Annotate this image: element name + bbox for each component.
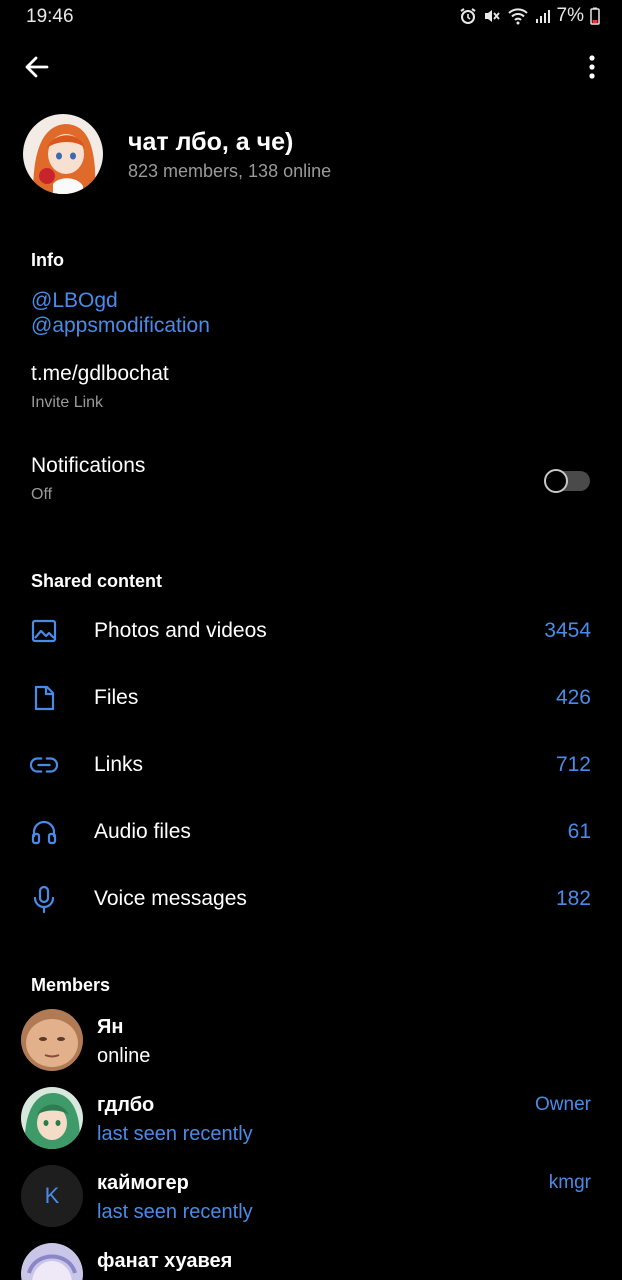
member-row[interactable]: гдлбо last seen recently Owner (0, 1086, 622, 1164)
member-role-badge: Owner (535, 1094, 591, 1115)
member-name: гдлбо (97, 1094, 155, 1116)
member-row[interactable]: фанат хуавея (0, 1242, 622, 1280)
username-link[interactable]: @LBOgd (31, 289, 118, 313)
avatar (21, 1009, 83, 1071)
shared-item-count: 712 (555, 752, 591, 776)
shared-item-label: Photos and videos (94, 618, 267, 642)
member-name: каймогер (97, 1172, 189, 1194)
shared-item-label: Files (94, 685, 139, 709)
battery-percent: 7% (556, 5, 584, 26)
shared-content-title: Shared content (31, 571, 163, 591)
member-status: last seen recently (97, 1123, 253, 1145)
member-status: online (97, 1045, 151, 1067)
image-icon (30, 617, 58, 645)
notifications-toggle[interactable] (544, 469, 590, 493)
wifi-icon (507, 7, 529, 25)
link-icon (30, 751, 58, 779)
shared-photos-videos[interactable]: Photos and videos 3454 (0, 597, 622, 664)
invite-link[interactable]: t.me/gdlbochat (31, 362, 169, 386)
status-icons: 7% (459, 4, 600, 28)
username-link[interactable]: @appsmodification (31, 314, 210, 338)
member-name: Ян (97, 1016, 124, 1038)
notifications-value: Off (31, 486, 53, 503)
shared-voice-messages[interactable]: Voice messages 182 (0, 865, 622, 932)
shared-item-count: 3454 (544, 618, 591, 642)
shared-item-label: Links (94, 752, 144, 776)
microphone-icon (30, 885, 58, 913)
shared-item-count: 61 (567, 819, 591, 843)
shared-item-label: Audio files (94, 819, 191, 843)
back-button[interactable] (20, 52, 54, 86)
shared-files[interactable]: Files 426 (0, 664, 622, 731)
file-icon (30, 684, 58, 712)
avatar: K (21, 1165, 83, 1227)
member-name: фанат хуавея (97, 1250, 233, 1272)
shared-audio-files[interactable]: Audio files 61 (0, 798, 622, 865)
headphones-icon (30, 818, 58, 846)
toggle-knob (544, 469, 568, 493)
group-avatar[interactable] (23, 114, 103, 194)
member-row[interactable]: K каймогер last seen recently kmgr (0, 1164, 622, 1242)
shared-item-label: Voice messages (94, 886, 247, 910)
member-status: last seen recently (97, 1201, 253, 1223)
avatar (21, 1087, 83, 1149)
notifications-label: Notifications (31, 454, 146, 477)
members-section-title: Members (31, 975, 111, 995)
group-title: чат лбо, а че) (128, 128, 294, 156)
group-member-count: 823 members, 138 online (128, 161, 332, 181)
shared-links[interactable]: Links 712 (0, 731, 622, 798)
alarm-icon (459, 7, 477, 25)
member-row[interactable]: Ян online (0, 1008, 622, 1086)
member-role-badge: kmgr (548, 1172, 591, 1193)
mute-icon (483, 7, 501, 25)
status-time: 19:46 (26, 6, 74, 27)
battery-icon (590, 7, 600, 25)
shared-item-count: 182 (555, 886, 591, 910)
invite-link-label: Invite Link (31, 394, 104, 411)
more-button[interactable] (578, 52, 606, 86)
signal-icon (535, 8, 551, 24)
arrow-left-icon (24, 54, 50, 85)
avatar (21, 1243, 83, 1280)
more-vertical-icon (588, 54, 596, 85)
info-section-title: Info (31, 250, 64, 270)
avatar-initial: K (44, 1183, 60, 1208)
shared-item-count: 426 (555, 685, 591, 709)
